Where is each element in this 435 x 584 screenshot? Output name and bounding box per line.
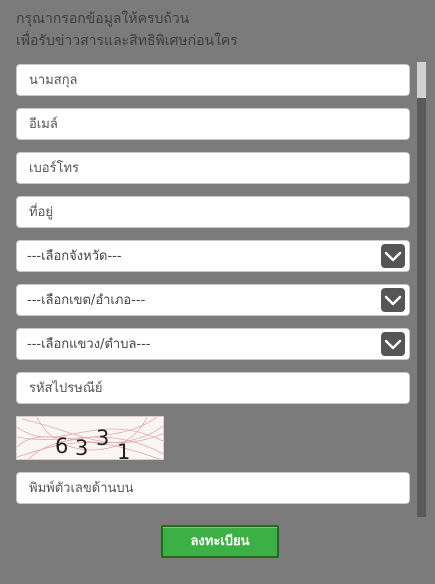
subdistrict-selected-value: ---เลือกแขวง/ตำบล---	[27, 337, 151, 352]
postcode-input[interactable]	[17, 373, 409, 403]
subdistrict-dropdown-button[interactable]	[381, 332, 405, 356]
district-select[interactable]: ---เลือกเขต/อำเภอ---	[16, 284, 410, 316]
email-input[interactable]	[17, 109, 409, 139]
fullname-field[interactable]	[16, 64, 410, 96]
fullname-input[interactable]	[17, 65, 409, 95]
address-input[interactable]	[17, 197, 409, 227]
province-select[interactable]: ---เลือกจังหวัด---	[16, 240, 410, 272]
chevron-down-icon	[384, 339, 402, 350]
district-dropdown-button[interactable]	[381, 288, 405, 312]
email-field[interactable]	[16, 108, 410, 140]
chevron-down-icon	[384, 251, 402, 262]
district-selected-value: ---เลือกเขต/อำเภอ---	[27, 293, 146, 308]
heading-line-1: กรุณากรอกข้อมูลให้ครบถ้วน	[16, 11, 190, 27]
captcha-digit-2: 3	[75, 436, 88, 460]
form-heading: กรุณากรอกข้อมูลให้ครบถ้วน เพื่อรับข่าวสา…	[16, 8, 238, 52]
subdistrict-select[interactable]: ---เลือกแขวง/ตำบล---	[16, 328, 410, 360]
captcha-noise: 6 3 3 1	[17, 417, 163, 460]
captcha-input[interactable]	[17, 473, 409, 503]
phone-input[interactable]	[17, 153, 409, 183]
captcha-field[interactable]	[16, 472, 410, 504]
phone-field[interactable]	[16, 152, 410, 184]
captcha-image: 6 3 3 1	[16, 416, 164, 460]
chevron-down-icon	[384, 295, 402, 306]
captcha-digit-3: 3	[96, 426, 109, 450]
scrollbar-thumb[interactable]	[417, 62, 426, 98]
captcha-digit-1: 6	[55, 434, 68, 458]
address-field[interactable]	[16, 196, 410, 228]
province-dropdown-button[interactable]	[381, 244, 405, 268]
postcode-field[interactable]	[16, 372, 410, 404]
captcha-digit-4: 1	[117, 440, 130, 460]
heading-line-2: เพื่อรับข่าวสารและสิทธิพิเศษก่อนใคร	[16, 33, 238, 49]
scrollbar-track[interactable]	[417, 62, 426, 517]
register-button[interactable]: ลงทะเบียน	[161, 525, 279, 558]
province-selected-value: ---เลือกจังหวัด---	[27, 249, 122, 264]
